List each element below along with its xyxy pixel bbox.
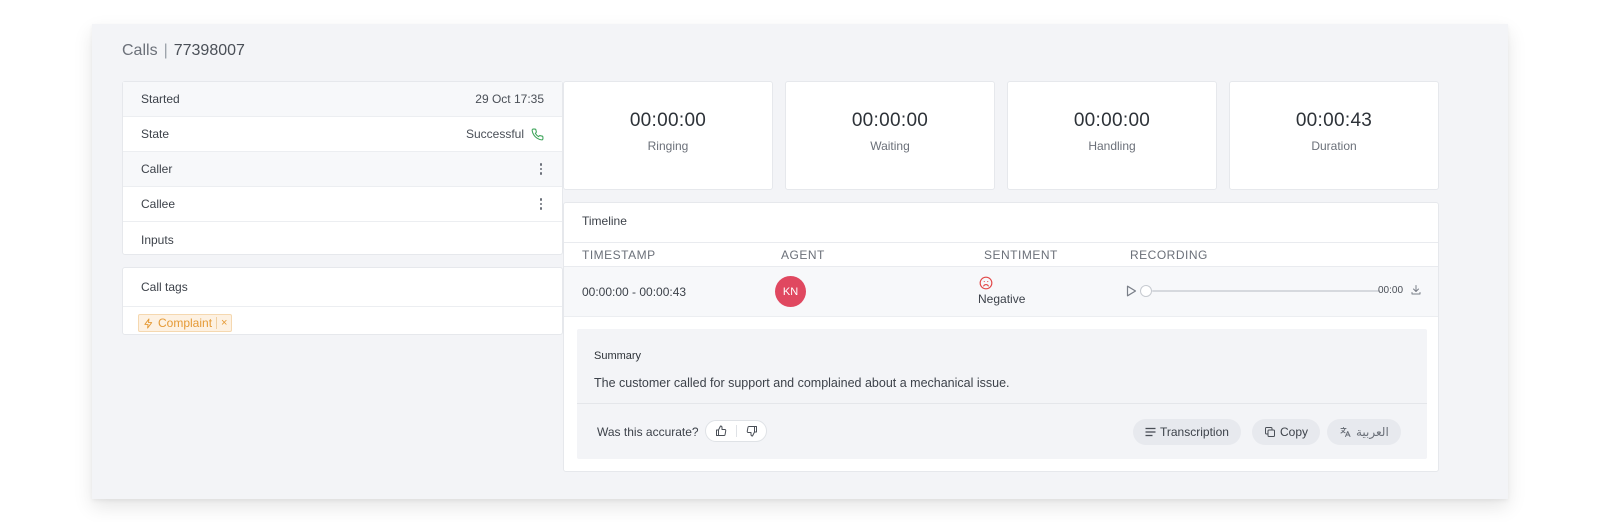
caller-more-icon[interactable] <box>538 163 544 175</box>
timeline-title: Timeline <box>582 214 627 228</box>
download-icon[interactable] <box>1410 284 1422 296</box>
summary-heading: Summary <box>594 350 642 362</box>
callee-label: Callee <box>141 197 176 211</box>
transcription-button[interactable]: Transcription <box>1133 419 1241 445</box>
stat-handling: 00:00:00 Handling <box>1007 81 1217 190</box>
stat-ringing: 00:00:00 Ringing <box>563 81 773 190</box>
started-value: 29 Oct 17:35 <box>475 92 544 106</box>
audio-time: 00:00 <box>1378 285 1404 296</box>
info-row-caller: Caller <box>123 152 562 187</box>
tag-remove-icon[interactable]: × <box>216 317 227 329</box>
stat-label: Ringing <box>647 139 689 153</box>
copy-label: Copy <box>1280 425 1309 439</box>
call-id: 77398007 <box>173 42 245 59</box>
state-value-group: Successful <box>466 127 544 141</box>
breadcrumb: Calls | 77398007 <box>122 42 245 60</box>
started-label: Started <box>141 92 180 106</box>
caller-label: Caller <box>141 162 173 176</box>
call-info-panel: Started 29 Oct 17:35 State Successful Ca… <box>122 81 563 255</box>
audio-progress-knob[interactable] <box>1140 285 1152 297</box>
call-detail-window: Calls | 77398007 Started 29 Oct 17:35 Stat… <box>92 24 1508 499</box>
bolt-icon <box>143 317 154 329</box>
info-row-started: Started 29 Oct 17:35 <box>123 82 562 117</box>
translate-button[interactable]: العربية <box>1327 419 1401 445</box>
summary-text: The customer called for support and comp… <box>594 376 1010 390</box>
transcription-label: Transcription <box>1160 425 1229 439</box>
timeline-panel: Timeline TIMESTAMP AGENT SENTIMENT RECOR… <box>563 202 1439 472</box>
info-row-inputs[interactable]: Inputs <box>123 222 562 257</box>
stat-label: Handling <box>1088 139 1136 153</box>
info-row-callee: Callee <box>123 187 562 222</box>
col-agent: AGENT <box>781 248 825 262</box>
summary-box: Summary The customer called for support … <box>577 329 1427 459</box>
call-tags-title: Call tags <box>123 268 562 307</box>
state-value: Successful <box>465 127 524 141</box>
stat-value: 00:00:00 <box>629 110 707 131</box>
play-icon[interactable] <box>1126 285 1137 297</box>
stat-waiting: 00:00:00 Waiting <box>785 81 995 190</box>
sentiment-label: Negative <box>978 292 1026 306</box>
stat-label: Waiting <box>870 139 910 153</box>
tag-complaint[interactable]: Complaint × <box>138 314 233 332</box>
inputs-label: Inputs <box>141 232 174 247</box>
audio-player: 00:00 <box>1126 283 1422 299</box>
feedback-buttons <box>705 420 767 442</box>
col-sentiment: SENTIMENT <box>984 248 1058 262</box>
phone-icon <box>531 128 544 141</box>
stat-label: Duration <box>1311 139 1357 153</box>
col-timestamp: TIMESTAMP <box>582 248 656 262</box>
feedback-question: Was this accurate? <box>597 425 699 439</box>
translate-icon <box>1339 426 1352 438</box>
sentiment-cell: Negative <box>978 276 1025 306</box>
col-recording: RECORDING <box>1130 248 1208 262</box>
stat-value: 00:00:00 <box>851 110 929 131</box>
thumbs-down-icon[interactable] <box>736 425 766 437</box>
stat-value: 00:00:00 <box>1073 110 1151 131</box>
copy-icon <box>1264 426 1276 438</box>
copy-button[interactable]: Copy <box>1252 419 1321 445</box>
avatar[interactable]: KN <box>775 276 806 307</box>
tag-label: Complaint <box>158 316 213 330</box>
info-row-state: State Successful <box>123 117 562 152</box>
lines-icon <box>1145 427 1156 437</box>
translate-label: العربية <box>1356 425 1389 439</box>
stat-duration: 00:00:43 Duration <box>1229 81 1439 190</box>
stat-value: 00:00:43 <box>1295 110 1373 131</box>
timeline-table-header: TIMESTAMP AGENT SENTIMENT RECORDING <box>564 242 1438 267</box>
breadcrumb-section[interactable]: Calls <box>122 42 158 59</box>
row-timestamp: 00:00:00 - 00:00:43 <box>582 285 687 299</box>
state-label: State <box>141 127 170 141</box>
thumbs-up-icon[interactable] <box>706 421 736 441</box>
callee-more-icon[interactable] <box>538 198 544 210</box>
audio-progress-track[interactable] <box>1152 290 1380 292</box>
table-row[interactable]: 00:00:00 - 00:00:43 KN Negative 00:00 <box>564 267 1438 317</box>
breadcrumb-separator: | <box>163 42 168 59</box>
sad-face-icon <box>979 276 1025 290</box>
summary-footer: Was this accurate? Transcription Copy ال… <box>577 403 1427 459</box>
call-tags-panel: Call tags Complaint × <box>122 267 563 335</box>
